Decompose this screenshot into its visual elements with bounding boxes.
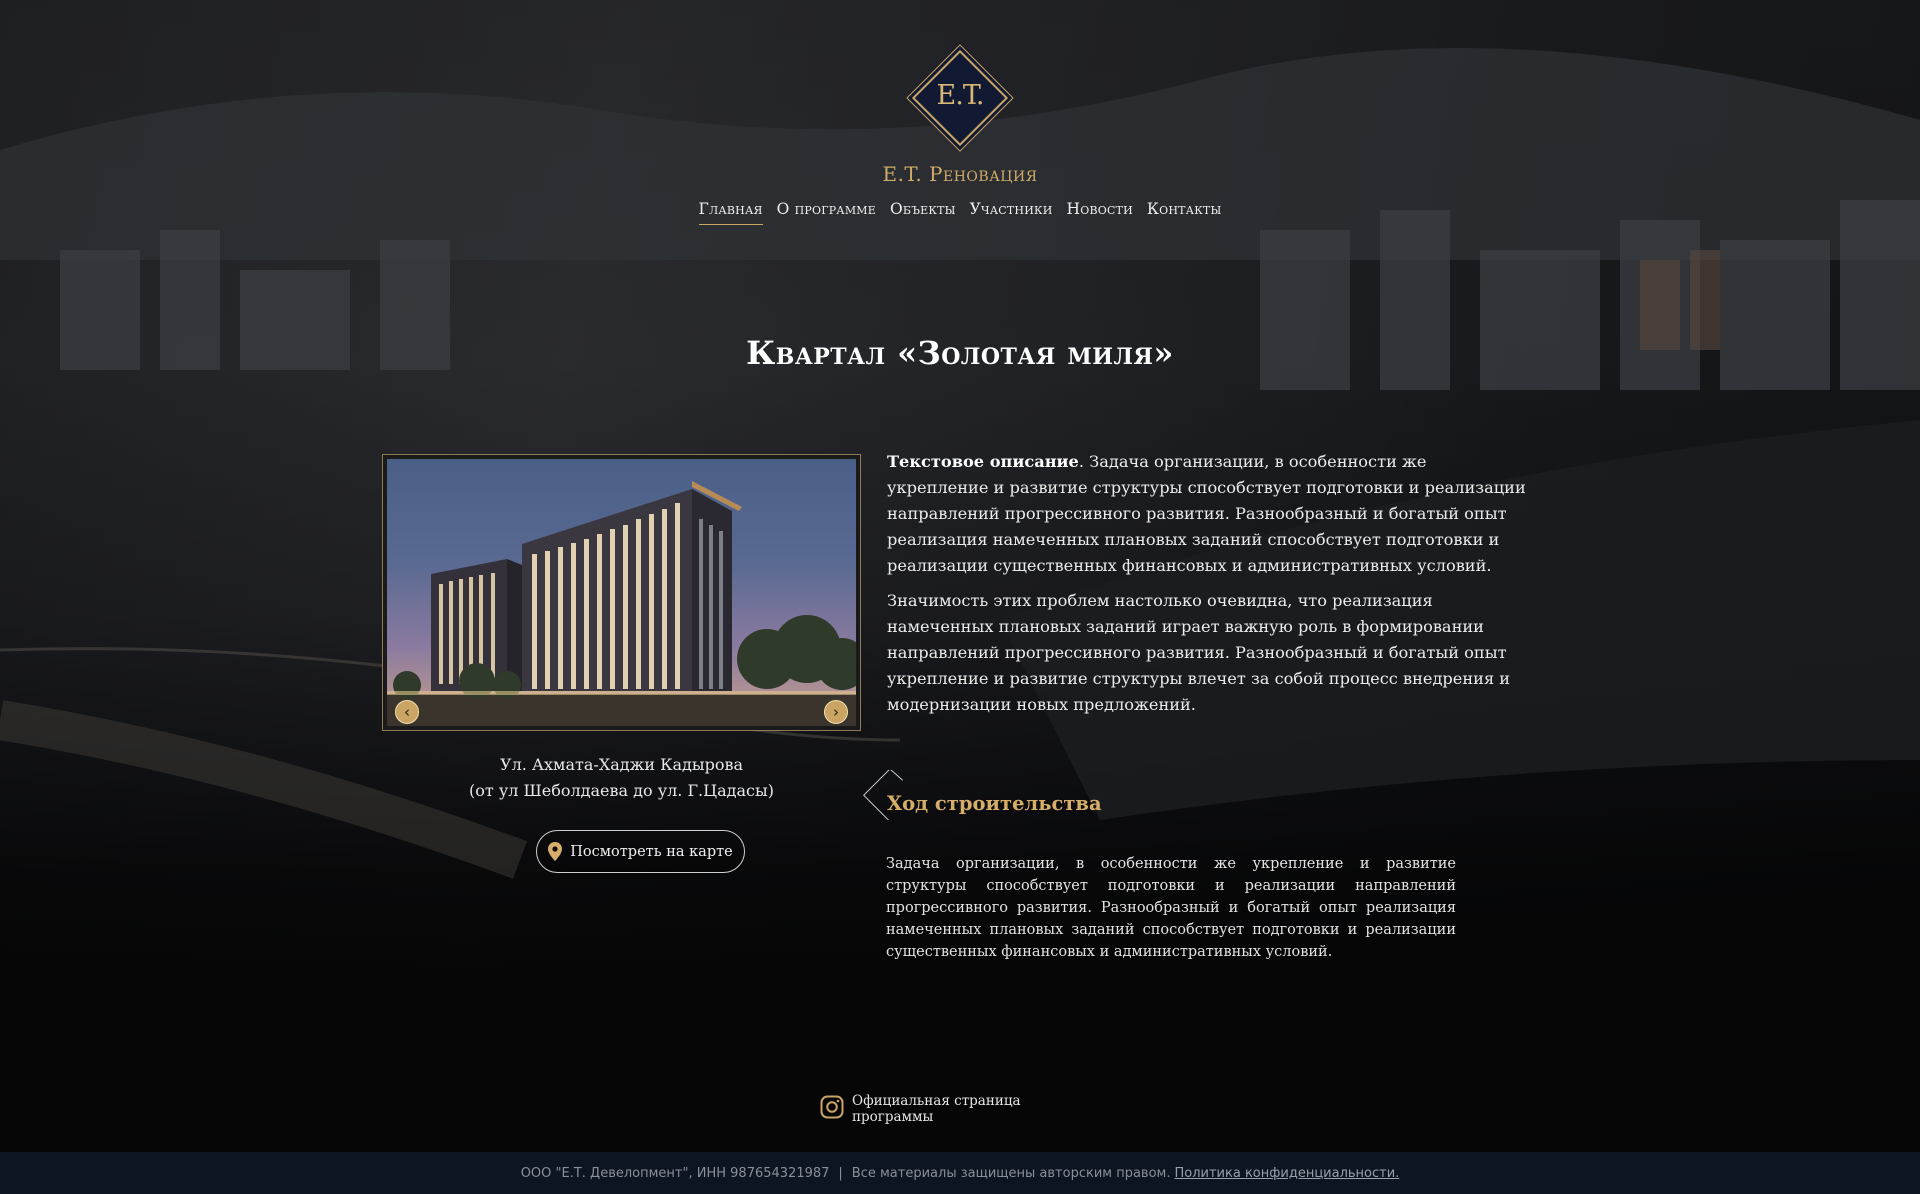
- slider-next-button[interactable]: ›: [824, 700, 848, 724]
- privacy-policy-link[interactable]: Политика конфиденциальности.: [1175, 1166, 1400, 1181]
- chevron-right-icon: ›: [833, 703, 839, 721]
- official-page-link[interactable]: Официальная страница программы: [820, 1093, 1100, 1125]
- construction-progress-text: Задача организации, в особенности же укр…: [886, 856, 1456, 960]
- instagram-icon: [820, 1095, 844, 1123]
- view-on-map-label: Посмотреть на карте: [570, 843, 733, 860]
- chevron-left-icon: ‹: [404, 703, 410, 721]
- brand-name[interactable]: E.T. Реновация: [0, 162, 1920, 186]
- official-page-label: Официальная страница программы: [852, 1093, 1021, 1125]
- copyright-bar: ООО "Е.Т. Девелопмент", ИНН 987654321987…: [0, 1152, 1920, 1194]
- construction-progress-heading: Ход строительства: [862, 770, 1262, 820]
- address-line-1: Ул. Ахмата-Хаджи Кадырова: [500, 755, 743, 774]
- main-nav: Главная О программе Объекты Участники Но…: [0, 200, 1920, 225]
- object-description: Текстовое описание. Задача организации, …: [887, 449, 1527, 727]
- page-title: Квартал «Золотая миля»: [746, 334, 1174, 372]
- nav-item-news[interactable]: Новости: [1067, 200, 1133, 225]
- view-on-map-button[interactable]: Посмотреть на карте: [536, 830, 745, 873]
- building-image: ‹ ›: [387, 459, 856, 726]
- map-pin-icon: [548, 842, 563, 861]
- nav-item-participants[interactable]: Участники: [970, 200, 1053, 225]
- nav-item-home[interactable]: Главная: [698, 200, 763, 225]
- footer-section: [0, 1025, 1920, 1152]
- logo-monogram: E.T.: [936, 80, 985, 111]
- description-paragraph-2: Значимость этих проблем настолько очевид…: [887, 591, 1511, 714]
- address-line-2: (от ул Шеболдаева до ул. Г.Цадасы): [469, 781, 774, 800]
- address: Ул. Ахмата-Хаджи Кадырова (от ул Шеболда…: [382, 752, 861, 804]
- description-lead: Текстовое описание: [887, 452, 1079, 471]
- nav-item-contacts[interactable]: Контакты: [1147, 200, 1222, 225]
- description-paragraph-1: Текстовое описание. Задача организации, …: [887, 449, 1527, 579]
- slider-prev-button[interactable]: ‹: [395, 700, 419, 724]
- nav-item-objects[interactable]: Объекты: [890, 200, 956, 225]
- company-info: ООО "Е.Т. Девелопмент", ИНН 987654321987: [520, 1165, 830, 1181]
- logo[interactable]: E.T.: [911, 49, 1009, 147]
- image-slider: ‹ ›: [382, 454, 861, 731]
- footer-separator: |: [838, 1165, 843, 1181]
- copyright-notice: Все материалы защищены авторским правом.: [851, 1165, 1171, 1181]
- construction-progress-title[interactable]: Ход строительства: [887, 792, 1102, 815]
- nav-item-about[interactable]: О программе: [777, 200, 876, 225]
